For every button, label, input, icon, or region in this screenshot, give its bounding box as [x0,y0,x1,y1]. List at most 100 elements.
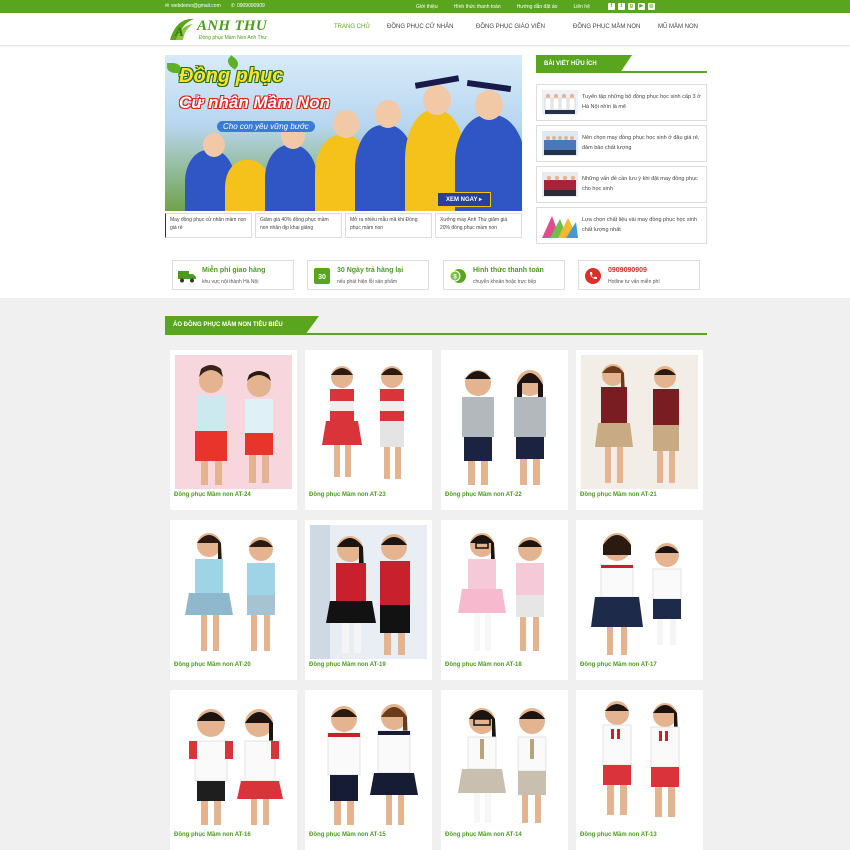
banner-title-line1: Đồng phục [179,65,284,87]
youtube-icon[interactable]: ▶ [637,3,645,10]
product-name[interactable]: Đồng phục Mầm non AT-22 [445,492,522,498]
product-image [446,695,563,829]
sidebar-post-title: Những vấn đề cần lưu ý khi đặt may đồng … [582,176,698,193]
top-bar: ✉ webdemo@gmail.com ✆ 0909090909 Giới thiệ… [0,0,850,13]
sidebar-heading-label: BÀI VIẾT HỮU ÍCH [536,55,632,73]
product-card[interactable]: Đồng phục Mầm non AT-16 [170,690,297,850]
nav-preschool-hats[interactable]: MŨ MẦM NON [658,24,698,30]
email-contact[interactable]: ✉ webdemo@gmail.com [165,3,221,9]
featured-products-section: ÁO ĐỒNG PHỤC MẦM NON TIÊU BIỂU Đồng phục… [0,298,850,850]
product-name[interactable]: Đồng phục Mầm non AT-20 [174,662,251,668]
banner-cta-button[interactable]: XEM NGAY ▸ [437,192,492,207]
nav-graduate-uniform[interactable]: ĐỒNG PHỤC CỬ NHÂN [387,24,453,30]
toplink-order-guide[interactable]: Hướng dẫn đặt áo [517,4,558,10]
sidebar-post[interactable]: Tuyển tập những bộ đồng phục học sinh cấ… [536,84,707,121]
product-card[interactable]: Đồng phục Mầm non AT-21 [576,350,703,510]
banner-caption[interactable]: May đồng phục cử nhân mầm non giá rẻ [165,213,252,238]
feature-title: 30 Ngày trả hàng lại [337,267,404,274]
logo-tagline: Đồng phục Mầm Non Anh Thư [199,35,267,41]
products-heading-label: ÁO ĐỒNG PHỤC MẦM NON TIÊU BIỂU [165,316,319,335]
feature-title: Miễn phí giao hàng [202,267,266,274]
product-name[interactable]: Đồng phục Mầm non AT-24 [174,492,251,498]
product-name[interactable]: Đồng phục Mầm non AT-14 [445,832,522,838]
product-card[interactable]: Đồng phục Mầm non AT-23 [305,350,432,510]
nav-home[interactable]: TRANG CHỦ [334,24,370,30]
sidebar-post-title: Nên chọn may đồng phục học sinh ở đâu gi… [582,135,700,152]
nav-teacher-uniform[interactable]: ĐỒNG PHỤC GIÁO VIÊN [476,24,545,30]
phone-contact[interactable]: ✆ 0909090909 [231,3,265,9]
banner-caption[interactable]: Mở ra nhiều mẫu mã khi Đồng phục mầm non [345,213,432,238]
toplink-contact[interactable]: Liên hệ [573,4,589,10]
svg-text:A: A [174,24,184,39]
feature-subtitle: Hotline tư vấn miễn phí [608,279,660,285]
product-card[interactable]: Đồng phục Mầm non AT-15 [305,690,432,850]
product-name[interactable]: Đồng phục Mầm non AT-15 [309,832,386,838]
product-name[interactable]: Đồng phục Mầm non AT-23 [309,492,386,498]
product-card[interactable]: Đồng phục Mầm non AT-14 [441,690,568,850]
product-card[interactable]: Đồng phục Mầm non AT-18 [441,520,568,680]
sidebar-post[interactable]: Lựa chọn chất liệu vải may đồng phục học… [536,207,707,244]
sidebar-post[interactable]: Những vấn đề cần lưu ý khi đặt may đồng … [536,166,707,203]
hero-banner[interactable]: Đồng phục Cử nhân Mầm Non Cho con yêu vữ… [165,55,522,211]
product-image [310,525,427,659]
facebook-icon[interactable]: f [607,3,615,10]
product-image [175,525,292,659]
product-name[interactable]: Đồng phục Mầm non AT-16 [174,832,251,838]
sidebar-post-title: Lựa chọn chất liệu vải may đồng phục học… [582,217,697,234]
mail-icon: ✉ [165,3,170,9]
site-header: A ANH THU Đồng phục Mầm Non Anh Thư TRAN… [0,13,850,46]
banner-caption[interactable]: Giảm giá 40% đồng phục mầm non nhân dịp … [255,213,342,238]
twitter-icon[interactable]: t [617,3,625,10]
product-card[interactable]: Đồng phục Mầm non AT-19 [305,520,432,680]
toplink-about[interactable]: Giới thiệu [416,4,438,10]
feature-hotline[interactable]: 0909090909 Hotline tư vấn miễn phí [578,260,700,290]
product-card[interactable]: Đồng phục Mầm non AT-20 [170,520,297,680]
feature-payment[interactable]: $ Hình thức thanh toán chuyển khoản hoặc… [443,260,565,290]
product-image [175,695,292,829]
product-card[interactable]: Đồng phục Mầm non AT-24 [170,350,297,510]
product-name[interactable]: Đồng phục Mầm non AT-19 [309,662,386,668]
feature-title: 0909090909 [608,267,647,274]
product-image [310,695,427,829]
post-thumbnail [542,90,578,115]
feature-subtitle: nếu phát hiện lỗi sản phẩm [337,279,398,285]
phone-icon [584,267,602,284]
toplink-payment[interactable]: Hình thức thanh toán [454,4,501,10]
feature-subtitle: chuyển khoản hoặc trực tiếp [473,279,537,285]
product-image [581,525,698,659]
banner-subtitle: Cho con yêu vững bước [217,121,315,132]
products-heading: ÁO ĐỒNG PHỤC MẦM NON TIÊU BIỂU [165,316,707,335]
product-image [581,695,698,829]
product-name[interactable]: Đồng phục Mầm non AT-17 [580,662,657,668]
product-image [446,355,563,489]
banner-captions: May đồng phục cử nhân mầm non giá rẻ Giả… [165,213,522,238]
feature-subtitle: khu vực nội thành Hà Nội [202,279,259,285]
product-name[interactable]: Đồng phục Mầm non AT-18 [445,662,522,668]
post-thumbnail [542,172,578,197]
product-image [310,355,427,489]
post-thumbnail [542,213,578,238]
feature-return-policy[interactable]: 30 30 Ngày trả hàng lại nếu phát hiện lỗ… [307,260,429,290]
return-30-icon: 30 [313,267,331,284]
feature-free-shipping[interactable]: Miễn phí giao hàng khu vực nội thành Hà … [172,260,294,290]
product-card[interactable]: Đồng phục Mầm non AT-13 [576,690,703,850]
logo-name: ANH THU [197,18,268,34]
google-plus-icon[interactable]: g [627,3,635,10]
product-name[interactable]: Đồng phục Mầm non AT-13 [580,832,657,838]
banner-caption[interactable]: Xưởng may Anh Thư giảm giá 20% đồng phục… [435,213,522,238]
useful-posts-sidebar: BÀI VIẾT HỮU ÍCH Tuyển tập những bộ đồng… [536,55,707,244]
product-card[interactable]: Đồng phục Mầm non AT-22 [441,350,568,510]
instagram-icon[interactable]: ◎ [647,3,655,10]
money-icon: $ [449,267,467,284]
phone-icon: ✆ [230,3,235,9]
logo-mark-icon: A [170,18,194,40]
post-thumbnail [542,131,578,156]
product-image [175,355,292,489]
product-card[interactable]: Đồng phục Mầm non AT-17 [576,520,703,680]
sidebar-post[interactable]: Nên chọn may đồng phục học sinh ở đâu gi… [536,125,707,162]
nav-preschool-uniform[interactable]: ĐỒNG PHỤC MẦM NON [573,24,640,30]
logo[interactable]: A ANH THU Đồng phục Mầm Non Anh Thư [166,16,281,43]
product-name[interactable]: Đồng phục Mầm non AT-21 [580,492,657,498]
truck-icon [178,267,196,284]
feature-title: Hình thức thanh toán [473,267,544,274]
